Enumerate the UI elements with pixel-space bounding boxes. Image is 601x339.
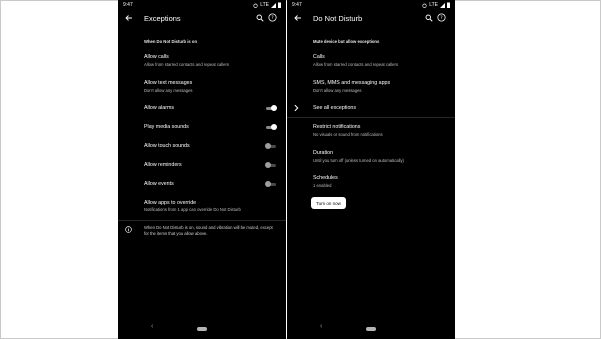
turn-on-now-button[interactable]: Turn on now xyxy=(311,197,346,209)
allow-reminders-toggle[interactable] xyxy=(265,162,277,169)
back-arrow-icon[interactable] xyxy=(294,13,302,23)
alarm-icon xyxy=(422,3,427,8)
allow-apps-to-override-row[interactable]: Allow apps to override Notifications fro… xyxy=(118,200,286,216)
allow-alarms-row[interactable]: Allow alarms xyxy=(118,104,286,113)
nav-back-icon[interactable]: ‹ xyxy=(151,323,153,330)
row-subtitle: 1 enabled xyxy=(313,183,332,188)
row-subtitle: No visuals or sound from notifications xyxy=(313,132,383,137)
row-title: Schedules xyxy=(313,175,338,181)
row-title: SMS, MMS and messaging apps xyxy=(313,80,391,86)
row-subtitle: Until you turn off (unless turned on aut… xyxy=(313,158,404,163)
calls-row[interactable]: Calls Allow from starred contacts and re… xyxy=(287,54,455,70)
exceptions-screen: 9:47 LTE Exceptions ? When Do Not Distur… xyxy=(118,0,286,339)
schedules-row[interactable]: Schedules 1 enabled xyxy=(287,175,455,191)
row-title: Allow touch sounds xyxy=(144,143,190,149)
row-title: Duration xyxy=(313,150,334,156)
svg-text:?: ? xyxy=(440,15,443,21)
nav-back-icon[interactable]: ‹ xyxy=(320,323,322,330)
section-header: Mute device but allow exceptions xyxy=(313,39,380,44)
page-title: Do Not Disturb xyxy=(313,14,363,23)
allow-text-messages-row[interactable]: Allow text messages Don't allow any mess… xyxy=(118,80,286,96)
row-title: Allow events xyxy=(144,181,174,187)
svg-text:?: ? xyxy=(271,15,274,21)
duration-row[interactable]: Duration Until you turn off (unless turn… xyxy=(287,150,455,166)
app-bar: Do Not Disturb ? xyxy=(287,10,455,28)
allow-touch-sounds-toggle[interactable] xyxy=(265,143,277,150)
row-subtitle: Don't allow any messages xyxy=(313,88,362,93)
divider xyxy=(287,117,455,118)
battery-icon xyxy=(447,2,450,8)
signal-icon xyxy=(271,2,276,8)
nav-home-pill[interactable] xyxy=(366,327,376,331)
info-text: When Do Not Disturb is on, sound and vib… xyxy=(144,225,273,236)
row-title: Restrict notifications xyxy=(313,124,361,130)
allow-events-toggle[interactable] xyxy=(265,181,277,188)
see-all-exceptions-row[interactable]: See all exceptions xyxy=(287,103,455,113)
back-arrow-icon[interactable] xyxy=(125,13,133,23)
row-subtitle: Notifications from 1 app can override Do… xyxy=(144,207,241,212)
sms-mms-messaging-row[interactable]: SMS, MMS and messaging apps Don't allow … xyxy=(287,80,455,96)
row-title: See all exceptions xyxy=(313,105,356,111)
row-title: Allow reminders xyxy=(144,162,182,168)
allow-touch-sounds-row[interactable]: Allow touch sounds xyxy=(118,142,286,151)
network-label: LTE xyxy=(260,2,269,8)
status-icons: LTE xyxy=(253,2,281,8)
search-icon[interactable] xyxy=(425,14,433,22)
allow-events-row[interactable]: Allow events xyxy=(118,180,286,189)
network-label: LTE xyxy=(429,2,438,8)
row-subtitle: Don't allow any messages xyxy=(144,88,193,93)
alarm-icon xyxy=(253,3,258,8)
row-title: Allow calls xyxy=(144,54,169,60)
do-not-disturb-screen: 9:47 LTE Do Not Disturb ? Mute device bu… xyxy=(287,0,455,339)
app-bar: Exceptions ? xyxy=(118,10,286,28)
info-icon xyxy=(125,226,132,233)
help-icon[interactable]: ? xyxy=(268,13,277,22)
nav-home-pill[interactable] xyxy=(197,327,207,331)
signal-icon xyxy=(440,2,445,8)
allow-alarms-toggle[interactable] xyxy=(265,105,277,112)
battery-icon xyxy=(278,2,281,8)
status-time: 9:47 xyxy=(292,2,302,8)
play-media-sounds-row[interactable]: Play media sounds xyxy=(118,123,286,132)
row-title: Allow alarms xyxy=(144,105,175,111)
allow-calls-row[interactable]: Allow calls Allow from starred contacts … xyxy=(118,54,286,70)
row-title: Play media sounds xyxy=(144,124,189,130)
row-title: Allow text messages xyxy=(144,80,193,86)
search-icon[interactable] xyxy=(256,14,264,22)
divider xyxy=(118,220,286,221)
row-subtitle: Allow from starred contacts and repeat c… xyxy=(313,62,398,67)
section-header: When Do Not Disturb is on xyxy=(144,39,198,44)
allow-reminders-row[interactable]: Allow reminders xyxy=(118,161,286,170)
row-title: Calls xyxy=(313,54,325,60)
row-subtitle: Allow from starred contacts and repeat c… xyxy=(144,62,229,67)
chevron-right-icon xyxy=(294,104,299,112)
page-title: Exceptions xyxy=(144,14,181,23)
status-icons: LTE xyxy=(422,2,450,8)
status-time: 9:47 xyxy=(123,2,133,8)
row-title: Allow apps to override xyxy=(144,200,197,206)
play-media-sounds-toggle[interactable] xyxy=(265,124,277,131)
help-icon[interactable]: ? xyxy=(437,13,446,22)
restrict-notifications-row[interactable]: Restrict notifications No visuals or sou… xyxy=(287,124,455,140)
